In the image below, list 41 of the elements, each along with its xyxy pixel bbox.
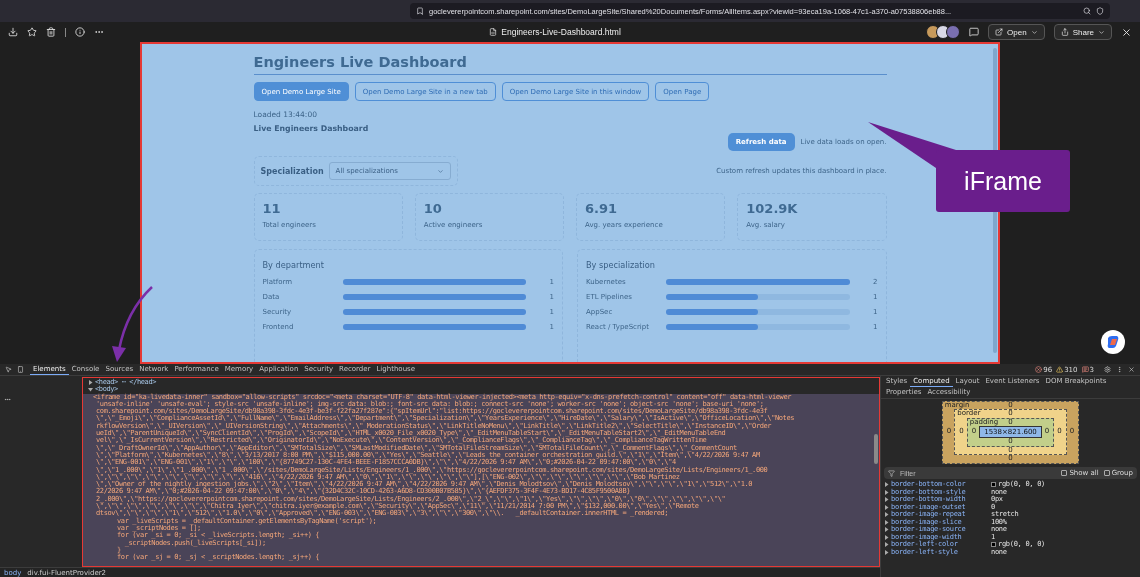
callout: iFrame <box>936 150 1070 212</box>
delete-button[interactable] <box>46 27 56 37</box>
download-button[interactable] <box>8 27 18 37</box>
error-icon <box>1035 366 1043 373</box>
file-name: Engineers-Live-Dashboard.html <box>501 27 621 37</box>
device-icon[interactable] <box>17 366 24 373</box>
filter-icon <box>888 469 895 477</box>
share-button[interactable]: Share <box>1053 24 1112 40</box>
stat-value: 6.91 <box>585 201 619 216</box>
filter-label: Specialization <box>260 166 324 176</box>
checkbox[interactable] <box>1103 470 1110 476</box>
collapse-arrow-icon[interactable] <box>88 387 93 393</box>
card-title: By specialization <box>586 260 656 270</box>
stat-value: 11 <box>262 201 282 216</box>
message-icon <box>1081 366 1089 373</box>
settings-icon[interactable] <box>1104 366 1111 373</box>
open-button[interactable]: Open <box>988 24 1045 40</box>
avatar <box>946 25 961 39</box>
warning-icon <box>1056 366 1064 373</box>
scrollbar <box>874 434 878 464</box>
favorite-button[interactable] <box>27 27 37 37</box>
close-button[interactable] <box>1121 26 1132 38</box>
chevron-down-icon <box>1030 28 1038 36</box>
card-title: By department <box>262 260 325 270</box>
dashboard-title: Engineers Live Dashboard <box>253 54 887 75</box>
file-icon <box>489 28 498 36</box>
checkbox[interactable] <box>1061 470 1068 476</box>
close-icon[interactable] <box>1128 366 1135 373</box>
zoom-icon[interactable] <box>1083 7 1091 15</box>
chevron-down-icon <box>1098 28 1105 36</box>
stat-value: 10 <box>423 201 443 216</box>
info-button[interactable] <box>75 27 85 37</box>
expand-arrow-icon[interactable] <box>88 380 93 386</box>
comment-button[interactable] <box>969 27 980 37</box>
external-link-icon <box>995 28 1004 36</box>
shield-icon[interactable] <box>1096 7 1104 15</box>
bookmark-icon[interactable] <box>416 7 424 15</box>
inspect-icon[interactable] <box>5 366 12 373</box>
stat-value: 102.9K <box>746 201 799 216</box>
share-icon <box>1060 28 1069 36</box>
chevron-down-icon <box>436 167 444 175</box>
